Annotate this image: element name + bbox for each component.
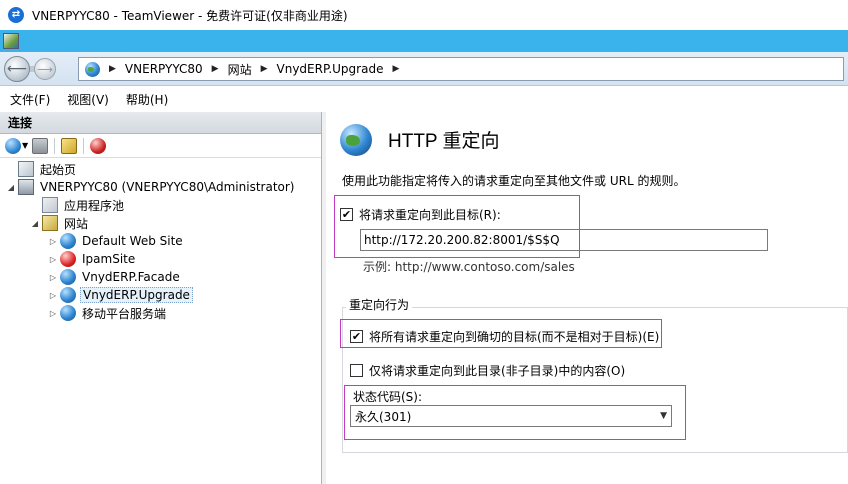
site-globe-icon (60, 269, 76, 285)
collapse-arrow-icon[interactable]: ◢ (30, 219, 40, 228)
connections-tree: 起始页 ◢ VNERPYYC80 (VNERPYYC80\Administrat… (0, 158, 321, 321)
server-icon (18, 179, 34, 195)
site-globe-icon (60, 287, 76, 303)
connections-header: 连接 (0, 112, 321, 134)
collapse-arrow-icon[interactable]: ◢ (6, 183, 16, 192)
chevron-right-icon[interactable]: ▶ (392, 64, 399, 74)
toolbar-divider (54, 137, 56, 154)
tree-item-start-page[interactable]: 起始页 (18, 160, 78, 178)
only-this-directory-checkbox[interactable] (350, 364, 363, 377)
tree-item-sites[interactable]: ◢ 网站 (30, 214, 90, 232)
expand-arrow-icon[interactable]: ▷ (48, 291, 58, 300)
tree-item-server[interactable]: ◢ VNERPYYC80 (VNERPYYC80\Administrator) (6, 178, 296, 196)
expand-arrow-icon[interactable]: ▷ (48, 309, 58, 318)
http-redirect-globe-icon (340, 124, 372, 156)
connections-pane: 连接 ▼ 起始页 ◢ VNERPYYC80 (VNERPYYC80\Admini… (0, 112, 322, 484)
window-titlebar: ⇄ VNERPYYC80 - TeamViewer - 免费许可证(仅非商业用途… (0, 0, 848, 30)
exact-destination-checkbox[interactable]: ✔ (350, 330, 363, 343)
redirect-example: 示例: http://www.contoso.com/sales (363, 260, 575, 274)
site-globe-icon (60, 305, 76, 321)
status-code-value: 永久(301) (355, 409, 412, 424)
exact-destination-row[interactable]: ✔ 将所有请求重定向到确切的目标(而不是相对于目标)(E) (350, 328, 659, 345)
remote-session-bar (0, 30, 848, 52)
feature-pane: HTTP 重定向 使用此功能指定将传入的请求重定向至其他文件或 URL 的规则。… (326, 112, 848, 484)
chevron-down-icon[interactable]: ▼ (22, 141, 28, 150)
expand-arrow-icon[interactable]: ▷ (48, 237, 58, 246)
expand-arrow-icon[interactable]: ▷ (48, 273, 58, 282)
chevron-right-icon[interactable]: ▶ (109, 64, 116, 74)
nav-buttons: ⟵ ⟶ (4, 56, 70, 82)
page-title: HTTP 重定向 (388, 131, 500, 152)
tree-item-app-pools[interactable]: 应用程序池 (42, 196, 126, 214)
folder-up-icon[interactable] (61, 137, 78, 154)
breadcrumb-sites[interactable]: 网站 (228, 61, 252, 78)
globe-icon (85, 61, 100, 77)
breadcrumb-site[interactable]: VnydERP.Upgrade (277, 62, 384, 76)
back-arrow-icon[interactable]: ⟵ (4, 56, 30, 82)
connections-toolbar: ▼ (0, 134, 321, 158)
redirect-checkbox[interactable]: ✔ (340, 208, 353, 221)
app-pool-icon (42, 197, 58, 213)
save-icon[interactable] (32, 137, 49, 154)
toolbar-divider (83, 137, 85, 154)
teamviewer-icon: ⇄ (8, 7, 24, 23)
exact-destination-label: 将所有请求重定向到确切的目标(而不是相对于目标)(E) (369, 330, 660, 344)
redirect-checkbox-label: 将请求重定向到此目标(R): (359, 208, 501, 222)
menu-file[interactable]: 文件(F) (10, 91, 50, 108)
sites-folder-icon (42, 215, 58, 231)
only-this-directory-row[interactable]: 仅将请求重定向到此目录(非子目录)中的内容(O) (350, 362, 625, 379)
tree-item-site[interactable]: ▷ Default Web Site (48, 232, 185, 250)
chevron-right-icon[interactable]: ▶ (261, 64, 268, 74)
tree-item-site-selected[interactable]: ▷ VnydERP.Upgrade (48, 286, 193, 304)
tree-item-site[interactable]: ▷ VnydERP.Facade (48, 268, 182, 286)
disconnect-icon[interactable] (90, 137, 107, 154)
feature-description: 使用此功能指定将传入的请求重定向至其他文件或 URL 的规则。 (342, 174, 686, 188)
status-code-label: 状态代码(S): (353, 390, 423, 404)
tree-item-site[interactable]: ▷ 移动平台服务端 (48, 304, 168, 322)
redirect-behavior-label: 重定向行为 (346, 296, 413, 313)
start-page-icon (18, 161, 34, 177)
site-stopped-icon (60, 251, 76, 267)
chevron-down-icon[interactable]: ▼ (660, 411, 667, 421)
iis-manager-icon[interactable] (3, 33, 19, 49)
forward-arrow-icon[interactable]: ⟶ (34, 58, 56, 80)
menu-bar: 文件(F) 视图(V) 帮助(H) (0, 87, 848, 111)
breadcrumb-server[interactable]: VNERPYYC80 (125, 62, 203, 76)
expand-arrow-icon[interactable]: ▷ (48, 255, 58, 264)
redirect-checkbox-row[interactable]: ✔ 将请求重定向到此目标(R): (340, 206, 501, 223)
address-bar: ⟵ ⟶ ▶ VNERPYYC80 ▶ 网站 ▶ VnydERP.Upgrade … (0, 52, 848, 86)
menu-help[interactable]: 帮助(H) (126, 91, 168, 108)
only-this-directory-label: 仅将请求重定向到此目录(非子目录)中的内容(O) (369, 364, 626, 378)
connect-globe-icon[interactable] (5, 137, 21, 154)
breadcrumb[interactable]: ▶ VNERPYYC80 ▶ 网站 ▶ VnydERP.Upgrade ▶ (78, 57, 844, 81)
tree-item-site[interactable]: ▷ IpamSite (48, 250, 137, 268)
chevron-right-icon[interactable]: ▶ (212, 64, 219, 74)
site-globe-icon (60, 233, 76, 249)
status-code-select[interactable]: 永久(301) ▼ (350, 405, 672, 427)
menu-view[interactable]: 视图(V) (67, 91, 109, 108)
window-title: VNERPYYC80 - TeamViewer - 免费许可证(仅非商业用途) (32, 8, 348, 23)
redirect-target-input[interactable]: http://172.20.200.82:8001/$S$Q (360, 229, 768, 251)
